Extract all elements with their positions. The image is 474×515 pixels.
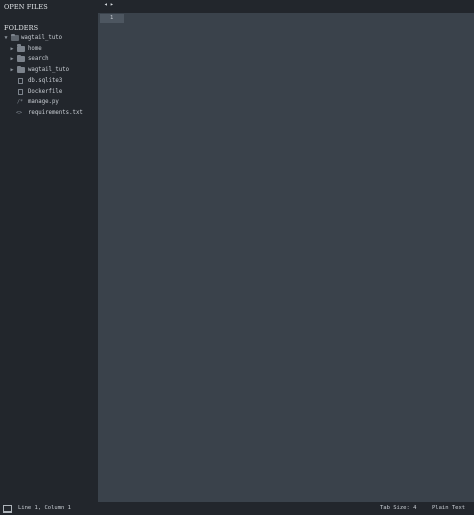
syntax-selector[interactable]: Plain Text	[432, 502, 465, 515]
triangle-right-icon[interactable]: ▶	[9, 65, 15, 75]
forward-arrow-icon[interactable]: ▸	[110, 1, 114, 9]
editor-area[interactable]: 1	[98, 13, 474, 502]
tree-item-label: db.sqlite3	[28, 77, 63, 84]
open-files-heading: OPEN FILES	[4, 3, 48, 11]
tree-item-dockerfile[interactable]: Dockerfile	[0, 87, 98, 97]
tree-item-home[interactable]: ▶ home	[0, 44, 98, 54]
open-folder-icon	[11, 33, 19, 41]
tree-root-folder[interactable]: ▼ wagtail_tuto	[0, 33, 98, 43]
tree-item-search[interactable]: ▶ search	[0, 54, 98, 64]
panel-toggle-icon[interactable]	[3, 505, 12, 513]
tab-size-selector[interactable]: Tab Size: 4	[380, 502, 416, 515]
file-icon	[18, 77, 23, 84]
triangle-down-icon[interactable]: ▼	[3, 33, 9, 43]
text-file-icon: <>	[16, 109, 23, 116]
tree-item-label: search	[28, 56, 49, 63]
folder-icon	[17, 44, 25, 52]
folder-icon	[17, 65, 25, 74]
triangle-right-icon[interactable]: ▶	[9, 54, 15, 64]
tree-item-label: requirements.txt	[28, 109, 83, 116]
tree-item-wagtail-tuto[interactable]: ▶ wagtail_tuto	[0, 65, 98, 75]
folders-heading: FOLDERS	[4, 24, 39, 32]
folder-icon	[17, 54, 25, 63]
back-arrow-icon[interactable]: ◂	[104, 1, 108, 9]
python-file-icon: /*	[17, 99, 24, 106]
tree-item-label: Dockerfile	[28, 88, 63, 95]
sidebar: OPEN FILES FOLDERS ▼ wagtail_tuto ▶ home…	[0, 0, 98, 502]
tree-root-label: wagtail_tuto	[21, 35, 63, 41]
status-bar: Line 1, Column 1 Tab Size: 4 Plain Text	[0, 502, 474, 515]
cursor-position: Line 1, Column 1	[18, 505, 71, 511]
tree-item-label: home	[28, 45, 42, 52]
tree-item-label: manage.py	[28, 99, 59, 106]
triangle-right-icon[interactable]: ▶	[9, 44, 15, 54]
tab-bar: ◂ ▸	[98, 0, 474, 13]
tree-item-db-sqlite3[interactable]: db.sqlite3	[0, 76, 98, 86]
tree-item-requirements-txt[interactable]: <> requirements.txt	[0, 108, 98, 118]
tree-item-label: wagtail_tuto	[28, 67, 70, 74]
file-icon	[18, 88, 23, 95]
tree-item-manage-py[interactable]: /* manage.py	[0, 97, 98, 107]
line-number: 1	[110, 15, 114, 21]
